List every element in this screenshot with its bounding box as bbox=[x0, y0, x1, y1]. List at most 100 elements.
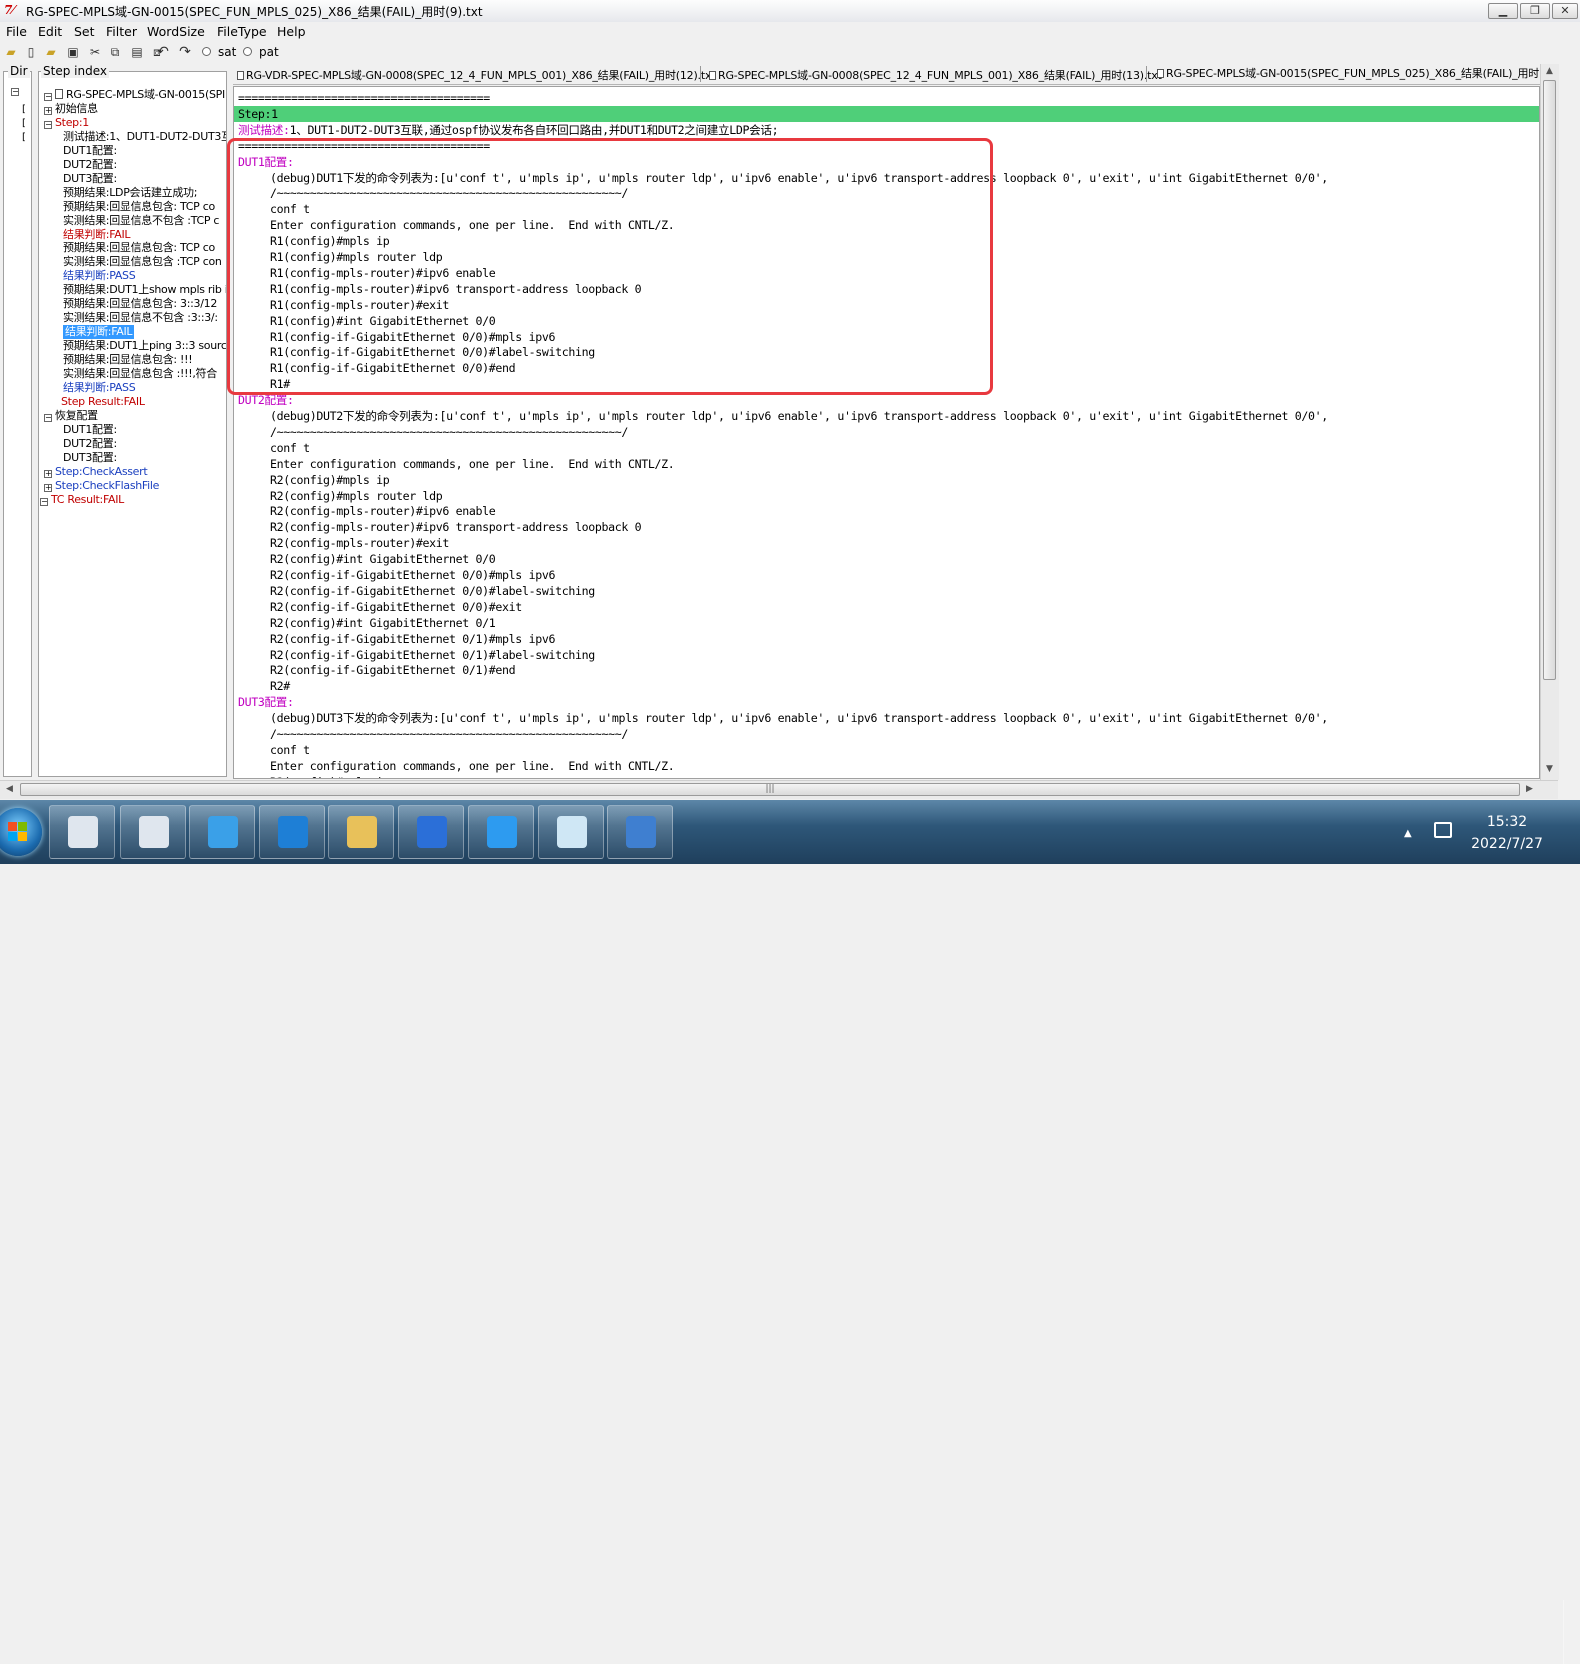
taskbar-cloud-app[interactable] bbox=[468, 805, 534, 859]
tree-item[interactable]: 结果判断:FAIL bbox=[63, 228, 131, 242]
dir-tree[interactable]: − [ [ [ bbox=[3, 71, 32, 777]
clock-date[interactable]: 2022/7/27 bbox=[1462, 836, 1552, 852]
tree-item[interactable]: 实测结果:回显信息不包含 :TCP c bbox=[63, 214, 219, 228]
menu-filter[interactable]: Filter bbox=[106, 24, 137, 39]
menu-set[interactable]: Set bbox=[74, 24, 95, 39]
scroll-up-icon[interactable]: ▲ bbox=[1546, 66, 1553, 76]
tray-expand-icon[interactable]: ▲ bbox=[1404, 828, 1412, 839]
log-line: Enter configuration commands, one per li… bbox=[270, 758, 675, 773]
horizontal-scroll-thumb[interactable]: ||| bbox=[20, 783, 1520, 796]
cloud-app-icon bbox=[487, 816, 517, 848]
tree-item[interactable]: DUT3配置: bbox=[63, 451, 117, 465]
tree-item[interactable]: Step Result:FAIL bbox=[61, 395, 145, 409]
expand-icon[interactable]: + bbox=[44, 106, 52, 115]
scroll-right-icon[interactable]: ▶ bbox=[1526, 784, 1533, 794]
dir-node: [ bbox=[22, 104, 26, 115]
log-text-editor[interactable]: ====================================== St… bbox=[233, 86, 1540, 779]
new-file-icon[interactable]: ▯ bbox=[24, 45, 38, 59]
tree-item[interactable]: 结果判断:PASS bbox=[63, 381, 136, 395]
expand-icon[interactable]: + bbox=[44, 483, 52, 492]
close-button[interactable]: ✕ bbox=[1552, 3, 1578, 19]
tree-item[interactable]: + Step:CheckFlashFile bbox=[44, 479, 159, 493]
tree-item[interactable]: 预期结果:回显信息包含: TCP co bbox=[63, 200, 215, 214]
taskbar-upload-app[interactable] bbox=[259, 805, 325, 859]
taskbar-calendar-app[interactable] bbox=[49, 805, 115, 859]
open-folder-icon[interactable]: ▰ bbox=[4, 45, 18, 59]
network-icon[interactable] bbox=[1434, 822, 1452, 838]
expand-icon[interactable]: + bbox=[44, 469, 52, 478]
show-desktop-button[interactable] bbox=[1563, 1600, 1580, 1664]
tree-item[interactable]: DUT2配置: bbox=[63, 437, 117, 451]
tree-item[interactable]: 预期结果:回显信息包含: 3::3/12 bbox=[63, 297, 217, 311]
tree-item[interactable]: 实测结果:回显信息不包含 :3::3/: bbox=[63, 311, 218, 325]
clock-time[interactable]: 15:32 bbox=[1472, 814, 1542, 830]
tree-item[interactable]: − TC Result:FAIL bbox=[40, 493, 124, 507]
collapse-icon[interactable]: − bbox=[44, 93, 52, 101]
collapse-icon[interactable]: − bbox=[44, 413, 52, 422]
tree-item[interactable]: − RG-SPEC-MPLS域-GN-0015(SPI bbox=[44, 88, 225, 102]
menu-filetype[interactable]: FileType bbox=[217, 24, 267, 39]
cut-icon[interactable]: ✂ bbox=[88, 45, 102, 59]
tab-label: RG-VDR-SPEC-MPLS域-GN-0008(SPEC_12_4_FUN_… bbox=[246, 69, 716, 82]
maximize-button[interactable]: ❐ bbox=[1520, 3, 1550, 19]
tree-item[interactable]: 预期结果:DUT1上ping 3::3 sourc bbox=[63, 339, 226, 353]
taskbar-calendar-app-2[interactable] bbox=[120, 805, 186, 859]
vertical-scrollbar[interactable]: ▲ ▼ bbox=[1540, 64, 1559, 780]
file-explorer-icon bbox=[347, 816, 377, 848]
tree-item-label: 预期结果:回显信息包含: !!! bbox=[63, 353, 193, 367]
tab-file-0008-12[interactable]: RG-VDR-SPEC-MPLS域-GN-0008(SPEC_12_4_FUN_… bbox=[237, 67, 716, 83]
log-line: R1(config-if-GigabitEthernet 0/0)#end bbox=[270, 361, 516, 376]
horizontal-scrollbar[interactable]: ◀ ||| ▶ bbox=[0, 780, 1558, 799]
redo-icon[interactable]: ↷ bbox=[178, 45, 192, 59]
menu-file[interactable]: File bbox=[6, 24, 27, 39]
tree-item-label: 结果判断:FAIL bbox=[65, 325, 133, 339]
tree-item[interactable]: DUT2配置: bbox=[63, 158, 117, 172]
log-line: R1(config-mpls-router)#ipv6 transport-ad… bbox=[270, 281, 642, 296]
collapse-icon[interactable]: − bbox=[44, 120, 52, 129]
menu-wordsize[interactable]: WordSize bbox=[147, 24, 205, 39]
tree-item[interactable]: 测试描述:1、DUT1-DUT2-DUT3互 bbox=[63, 130, 226, 144]
tree-item[interactable]: DUT3配置: bbox=[63, 172, 117, 186]
tree-item[interactable]: − Step:1 bbox=[44, 116, 89, 130]
paste-icon[interactable]: ▤ bbox=[130, 45, 144, 59]
tree-item[interactable]: + 初始信息 bbox=[44, 102, 98, 116]
dir-expander-icon[interactable]: − bbox=[11, 88, 19, 96]
copy-icon[interactable]: ⧉ bbox=[108, 45, 122, 59]
radio-sat[interactable] bbox=[202, 47, 211, 56]
tab-file-0015-active[interactable]: RG-SPEC-MPLS域-GN-0015(SPEC_FUN_MPLS_025)… bbox=[1157, 65, 1540, 81]
tree-item[interactable]: 预期结果:回显信息包含: !!! bbox=[63, 353, 193, 367]
log-line: R2(config-if-GigabitEthernet 0/0)#label-… bbox=[270, 583, 595, 598]
save-icon[interactable]: ▣ bbox=[66, 45, 80, 59]
taskbar-file-explorer[interactable] bbox=[328, 805, 394, 859]
tree-item[interactable]: DUT1配置: bbox=[63, 144, 117, 158]
remote-desktop-app-icon bbox=[626, 816, 656, 848]
tree-item[interactable]: + Step:CheckAssert bbox=[44, 465, 148, 479]
minimize-button[interactable]: ▁ bbox=[1488, 3, 1518, 19]
tree-item[interactable]: 预期结果:LDP会话建立成功; bbox=[63, 186, 197, 200]
scroll-left-icon[interactable]: ◀ bbox=[6, 784, 13, 794]
tree-item[interactable]: 结果判断:FAIL bbox=[63, 325, 135, 340]
menu-edit[interactable]: Edit bbox=[38, 24, 62, 39]
radio-pat[interactable] bbox=[243, 47, 252, 56]
scroll-down-icon[interactable]: ▼ bbox=[1546, 764, 1553, 774]
taskbar-chat-app[interactable] bbox=[189, 805, 255, 859]
menu-help[interactable]: Help bbox=[277, 24, 306, 39]
tree-item[interactable]: 实测结果:回显信息包含 :!!!,符合 bbox=[63, 367, 217, 381]
tree-item[interactable]: 实测结果:回显信息包含 :TCP con bbox=[63, 255, 222, 269]
vertical-scroll-thumb[interactable] bbox=[1543, 80, 1556, 680]
collapse-icon[interactable]: − bbox=[40, 497, 48, 506]
tree-item[interactable]: 预期结果:回显信息包含: TCP co bbox=[63, 241, 215, 255]
open-icon[interactable]: ▰ bbox=[44, 45, 58, 59]
tree-item[interactable]: − 恢复配置 bbox=[44, 409, 98, 423]
log-line: R1(config-if-GigabitEthernet 0/0)#label-… bbox=[270, 345, 595, 360]
tab-file-0008-13[interactable]: RG-SPEC-MPLS域-GN-0008(SPEC_12_4_FUN_MPLS… bbox=[709, 67, 1162, 83]
taskbar-browser-app[interactable] bbox=[398, 805, 464, 859]
log-line: /~~~~~~~~~~~~~~~~~~~~~~~~~~~~~~~~~~~~~~~… bbox=[270, 186, 629, 201]
start-button[interactable] bbox=[0, 808, 42, 856]
undo-icon[interactable]: ↶ bbox=[156, 45, 170, 59]
taskbar-notepad-app[interactable] bbox=[538, 805, 604, 859]
tree-item[interactable]: 结果判断:PASS bbox=[63, 269, 136, 283]
tree-item[interactable]: DUT1配置: bbox=[63, 423, 117, 437]
tree-item[interactable]: 预期结果:DUT1上show mpls rib ip bbox=[63, 283, 226, 297]
taskbar-remote-desktop-app[interactable] bbox=[607, 805, 673, 859]
